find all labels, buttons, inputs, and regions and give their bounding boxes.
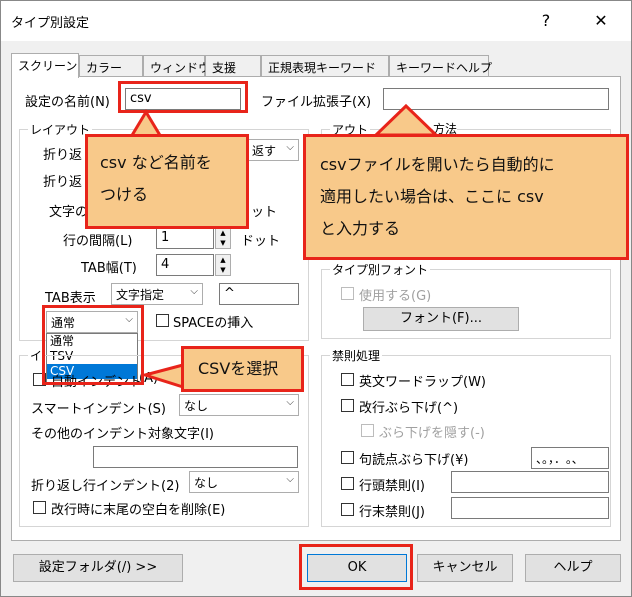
tab-width-spinner[interactable]: ▲ ▼: [215, 254, 231, 276]
callout-name-line2: つける: [100, 185, 149, 204]
callout-extension-line1: csvファイルを開いたら自動的に: [320, 155, 555, 174]
dropdown-highlight-box: [42, 305, 144, 385]
callout3-pointer: [141, 363, 185, 390]
tab-char-input[interactable]: ^: [219, 283, 299, 305]
newline-hang-checkbox[interactable]: [341, 399, 354, 412]
space-insert-checkbox[interactable]: [156, 314, 169, 327]
wrap-label: 折り返: [43, 148, 83, 163]
smart-indent-label: スマートインデント(S): [31, 402, 167, 417]
tab-keyword-help[interactable]: キーワードヘルプ: [389, 55, 492, 77]
line-spacing-spinner[interactable]: ▲ ▼: [215, 227, 231, 249]
kinsoku-group-title: 禁則処理: [330, 347, 383, 364]
tab-screen[interactable]: スクリーン: [11, 53, 79, 78]
settings-folder-button[interactable]: 設定フォルダ(/) >>: [13, 554, 183, 582]
smart-indent-value: なし: [184, 399, 209, 413]
callout2-pointer: [372, 103, 440, 137]
space-insert-label: SPACEの挿入: [173, 316, 254, 331]
tab-window[interactable]: ウィンドウ: [143, 55, 210, 77]
window-title: タイプ別設定: [11, 16, 90, 31]
punct-hang-input[interactable]: 、。，．｡､: [531, 447, 609, 469]
tail-kinsoku-input[interactable]: [451, 497, 609, 519]
tab-display-label: TAB表示: [45, 291, 96, 306]
english-wrap-checkbox[interactable]: [341, 373, 354, 386]
wrap-combo[interactable]: 返す ⌵: [247, 139, 299, 161]
punct-hang-label: 句読点ぶら下げ(¥): [359, 453, 469, 468]
extension-label: ファイル拡張子(X): [261, 95, 372, 110]
name-label: 設定の名前(N): [25, 95, 110, 110]
title-bar: タイプ別設定 ? ✕: [1, 1, 631, 41]
tail-kinsoku-label: 行末禁則(J): [359, 505, 425, 520]
smart-indent-combo[interactable]: なし ⌵: [179, 394, 299, 416]
other-indent-chars-input[interactable]: [93, 446, 298, 468]
trim-trailing-label: 改行時に末尾の空白を削除(E): [51, 503, 226, 518]
newline-hang-label: 改行ぶら下げ(^): [359, 401, 459, 416]
tab-width-label: TAB幅(T): [81, 261, 137, 276]
callout-extension-line3: と入力する: [320, 219, 401, 238]
head-kinsoku-label: 行頭禁則(I): [359, 479, 425, 494]
wrap2-label: 折り返: [43, 175, 83, 190]
chevron-down-icon: ⌵: [286, 142, 294, 153]
tab-strip: スクリーン カラー ウィンドウ 支援 正規表現キーワード キーワードヘルプ: [11, 53, 621, 78]
tab-regex-keyword[interactable]: 正規表現キーワード: [261, 55, 389, 77]
tail-kinsoku-checkbox[interactable]: [341, 503, 354, 516]
hide-hang-label: ぶら下げを隠す(-): [379, 426, 485, 441]
head-kinsoku-input[interactable]: [451, 471, 609, 493]
callout-extension: csvファイルを開いたら自動的に 適用したい場合は、ここに csv と入力する: [303, 134, 629, 260]
wrap-indent-combo[interactable]: なし ⌵: [189, 471, 299, 493]
cancel-button[interactable]: キャンセル: [417, 554, 513, 582]
layout-group-title: レイアウト: [28, 121, 93, 138]
tab-support[interactable]: 支援: [205, 55, 261, 77]
ok-highlight-box: [299, 544, 413, 590]
chevron-down-icon: ⌵: [286, 397, 294, 408]
use-font-checkbox[interactable]: [341, 287, 354, 300]
close-icon[interactable]: ✕: [586, 9, 616, 33]
callout-name-line1: csv など名前を: [100, 153, 212, 172]
head-kinsoku-checkbox[interactable]: [341, 477, 354, 490]
punct-hang-checkbox[interactable]: [341, 451, 354, 464]
type-settings-dialog: タイプ別設定 ? ✕ スクリーン カラー ウィンドウ 支援 正規表現キーワード …: [0, 0, 632, 597]
wrap-combo-value: 返す: [252, 144, 277, 158]
trim-trailing-checkbox[interactable]: [33, 501, 46, 514]
line-spacing-input[interactable]: 1: [156, 227, 214, 249]
english-wrap-label: 英文ワードラップ(W): [359, 375, 486, 390]
help-icon[interactable]: ?: [531, 9, 561, 33]
type-font-group-title: タイプ別フォント: [330, 261, 431, 278]
tab-width-input[interactable]: 4: [156, 254, 214, 276]
chevron-down-icon: ⌵: [286, 474, 294, 485]
wrap-indent-value: なし: [194, 476, 219, 490]
dot-unit-label-2: ドット: [241, 234, 281, 249]
font-button[interactable]: フォント(F)...: [363, 307, 519, 331]
callout-name: csv など名前を つける: [85, 134, 249, 229]
tab-display-combo[interactable]: 文字指定 ⌵: [111, 283, 203, 305]
tab-display-value: 文字指定: [116, 288, 165, 302]
chevron-down-icon: ⌵: [190, 286, 198, 297]
help-button[interactable]: ヘルプ: [525, 554, 621, 582]
callout-select-csv: CSVを選択: [181, 346, 304, 392]
tab-color[interactable]: カラー: [79, 55, 143, 77]
wrap-indent-label: 折り返し行インデント(2): [31, 479, 180, 494]
callout-extension-line2: 適用したい場合は、ここに csv: [320, 187, 544, 206]
line-spacing-label: 行の間隔(L): [63, 234, 133, 249]
char-label: 文字の: [49, 205, 89, 220]
dot-unit-label: ット: [251, 205, 278, 220]
other-indent-chars-label: その他のインデント対象文字(I): [31, 427, 214, 442]
hide-hang-checkbox[interactable]: [361, 424, 374, 437]
use-font-label: 使用する(G): [359, 289, 432, 304]
